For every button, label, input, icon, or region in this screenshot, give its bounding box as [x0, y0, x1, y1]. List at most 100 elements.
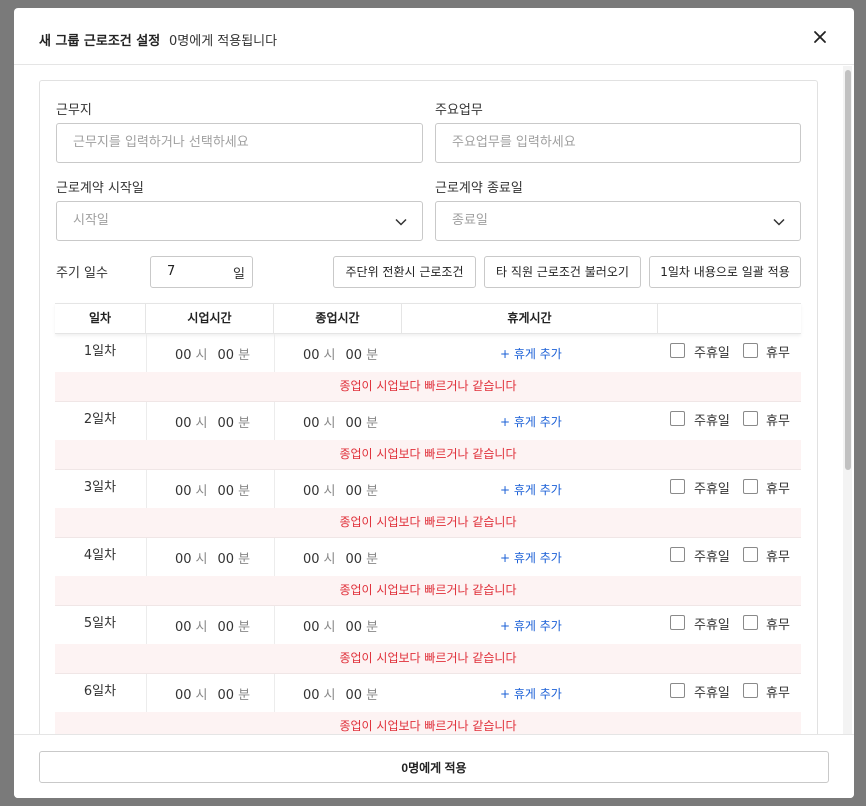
add-break-link[interactable]: + 휴게 추가: [500, 481, 562, 498]
start-minute[interactable]: 00: [218, 348, 235, 363]
end-time[interactable]: 00 시 00 분: [303, 548, 388, 567]
end-time[interactable]: 00 시 00 분: [303, 480, 388, 499]
add-break-link[interactable]: + 휴게 추가: [500, 685, 562, 702]
table-row: 2일차 00 시 00 분 00 시 00 분 + 휴게 추가 주휴일 휴무 종업이 시업보다 빠르거나…: [55, 402, 801, 470]
chevron-down-icon: [395, 218, 407, 226]
hour-unit: 시: [323, 552, 336, 567]
add-break-link[interactable]: + 휴게 추가: [500, 549, 562, 566]
day-off-checkbox[interactable]: [743, 547, 758, 562]
minute-unit: 분: [366, 484, 379, 499]
load-other-employee-button[interactable]: 타 직원 근로조건 불러오기: [484, 256, 641, 288]
end-time[interactable]: 00 시 00 분: [303, 616, 388, 635]
start-time[interactable]: 00 시 00 분: [175, 344, 260, 363]
end-hour[interactable]: 00: [303, 348, 320, 363]
workplace-input[interactable]: 근무지를 입력하거나 선택하세요: [56, 123, 423, 163]
end-minute[interactable]: 00: [346, 416, 363, 431]
end-date-placeholder: 종료일: [452, 213, 488, 228]
day-off-label: 휴무: [766, 618, 790, 633]
day-main: 5일차 00 시 00 분 00 시 00 분 + 휴게 추가 주휴일 휴무: [55, 606, 801, 644]
header-start-time: 시업시간: [146, 304, 274, 334]
column-divider: [146, 538, 147, 576]
end-time[interactable]: 00 시 00 분: [303, 684, 388, 703]
end-minute[interactable]: 00: [346, 552, 363, 567]
end-hour[interactable]: 00: [303, 688, 320, 703]
weekly-holiday-checkbox[interactable]: [670, 479, 685, 494]
column-divider: [146, 334, 147, 372]
end-time[interactable]: 00 시 00 분: [303, 412, 388, 431]
weekly-holiday-checkbox[interactable]: [670, 615, 685, 630]
column-divider: [146, 674, 147, 712]
start-date-label: 근로계약 시작일: [56, 181, 144, 196]
hour-unit: 시: [323, 688, 336, 703]
day-off-checkbox[interactable]: [743, 479, 758, 494]
day-off-checkbox[interactable]: [743, 411, 758, 426]
start-time[interactable]: 00 시 00 분: [175, 480, 260, 499]
apply-day1-button[interactable]: 1일차 내용으로 일괄 적용: [649, 256, 801, 288]
table-row: 3일차 00 시 00 분 00 시 00 분 + 휴게 추가 주휴일 휴무 종업이 시업보다 빠르거나…: [55, 470, 801, 538]
weekly-holiday-label: 주휴일: [694, 550, 730, 565]
error-message: 종업이 시업보다 빠르거나 같습니다: [55, 508, 801, 538]
end-minute[interactable]: 00: [346, 620, 363, 635]
start-time[interactable]: 00 시 00 분: [175, 548, 260, 567]
minute-unit: 분: [366, 688, 379, 703]
day-off-label: 휴무: [766, 414, 790, 429]
end-hour[interactable]: 00: [303, 552, 320, 567]
weekly-convert-button[interactable]: 주단위 전환시 근로조건: [333, 256, 476, 288]
add-break-link[interactable]: + 휴게 추가: [500, 413, 562, 430]
add-break-link[interactable]: + 휴게 추가: [500, 345, 562, 362]
hour-unit: 시: [195, 688, 208, 703]
start-hour[interactable]: 00: [175, 348, 192, 363]
modal-footer: 0명에게 적용: [14, 734, 854, 798]
duty-input[interactable]: 주요업무를 입력하세요: [435, 123, 801, 163]
start-minute[interactable]: 00: [218, 484, 235, 499]
hour-unit: 시: [323, 620, 336, 635]
hour-unit: 시: [195, 348, 208, 363]
end-hour[interactable]: 00: [303, 620, 320, 635]
header-options: [658, 304, 801, 334]
apply-button[interactable]: 0명에게 적용: [39, 751, 829, 783]
weekly-holiday-checkbox[interactable]: [670, 343, 685, 358]
day-label: 1일차: [83, 344, 117, 359]
start-hour[interactable]: 00: [175, 620, 192, 635]
day-off-checkbox[interactable]: [743, 615, 758, 630]
start-hour[interactable]: 00: [175, 484, 192, 499]
end-minute[interactable]: 00: [346, 688, 363, 703]
weekly-holiday-checkbox[interactable]: [670, 683, 685, 698]
day-label: 5일차: [83, 616, 117, 631]
conditions-card: 근무지 근무지를 입력하거나 선택하세요 주요업무 주요업무를 입력하세요 근로…: [39, 80, 818, 734]
start-minute[interactable]: 00: [218, 620, 235, 635]
start-hour[interactable]: 00: [175, 416, 192, 431]
close-button[interactable]: [811, 28, 829, 46]
modal-body: 근무지 근무지를 입력하거나 선택하세요 주요업무 주요업무를 입력하세요 근로…: [14, 66, 854, 734]
start-minute[interactable]: 00: [218, 688, 235, 703]
start-time[interactable]: 00 시 00 분: [175, 684, 260, 703]
scrollbar-thumb[interactable]: [845, 70, 851, 470]
day-off-label: 휴무: [766, 482, 790, 497]
end-minute[interactable]: 00: [346, 484, 363, 499]
end-hour[interactable]: 00: [303, 484, 320, 499]
day-off-checkbox[interactable]: [743, 683, 758, 698]
day-off-checkbox[interactable]: [743, 343, 758, 358]
group-work-conditions-modal: 새 그룹 근로조건 설정 0명에게 적용됩니다 근무지 근무지를 입력하거나 선…: [14, 8, 854, 798]
start-date-select[interactable]: 시작일: [56, 201, 423, 241]
end-date-select[interactable]: 종료일: [435, 201, 801, 241]
start-minute[interactable]: 00: [218, 416, 235, 431]
end-minute[interactable]: 00: [346, 348, 363, 363]
start-hour[interactable]: 00: [175, 552, 192, 567]
end-time[interactable]: 00 시 00 분: [303, 344, 388, 363]
schedule-table: 일차 시업시간 종업시간 휴게시간 1일차 00 시 00 분 00 시 00 분 + 휴게 추가…: [55, 303, 801, 734]
start-hour[interactable]: 00: [175, 688, 192, 703]
close-icon: [814, 31, 826, 43]
duty-label: 주요업무: [435, 103, 483, 118]
start-time[interactable]: 00 시 00 분: [175, 616, 260, 635]
modal-subtitle: 0명에게 적용됩니다: [169, 34, 278, 49]
weekly-holiday-checkbox[interactable]: [670, 547, 685, 562]
add-break-link[interactable]: + 휴게 추가: [500, 617, 562, 634]
start-time[interactable]: 00 시 00 분: [175, 412, 260, 431]
table-row: 1일차 00 시 00 분 00 시 00 분 + 휴게 추가 주휴일 휴무 종업이 시업보다 빠르거나…: [55, 334, 801, 402]
end-hour[interactable]: 00: [303, 416, 320, 431]
cycle-days-label: 주기 일수: [56, 266, 108, 281]
weekly-holiday-checkbox[interactable]: [670, 411, 685, 426]
day-main: 2일차 00 시 00 분 00 시 00 분 + 휴게 추가 주휴일 휴무: [55, 402, 801, 440]
start-minute[interactable]: 00: [218, 552, 235, 567]
